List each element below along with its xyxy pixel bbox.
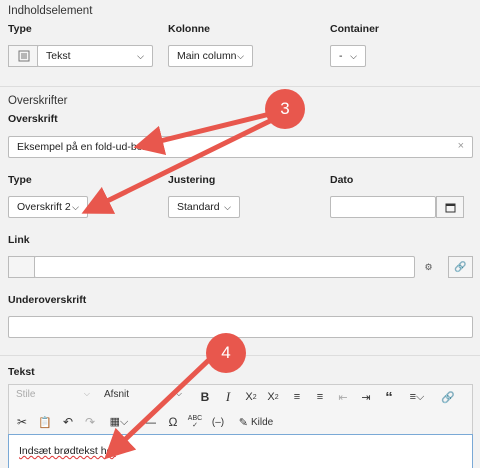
callout-arrows (81, 111, 275, 460)
callout-badge-3: 3 (265, 89, 305, 129)
arrow-to-editor (104, 354, 215, 460)
callout-badge-4: 4 (206, 333, 246, 373)
